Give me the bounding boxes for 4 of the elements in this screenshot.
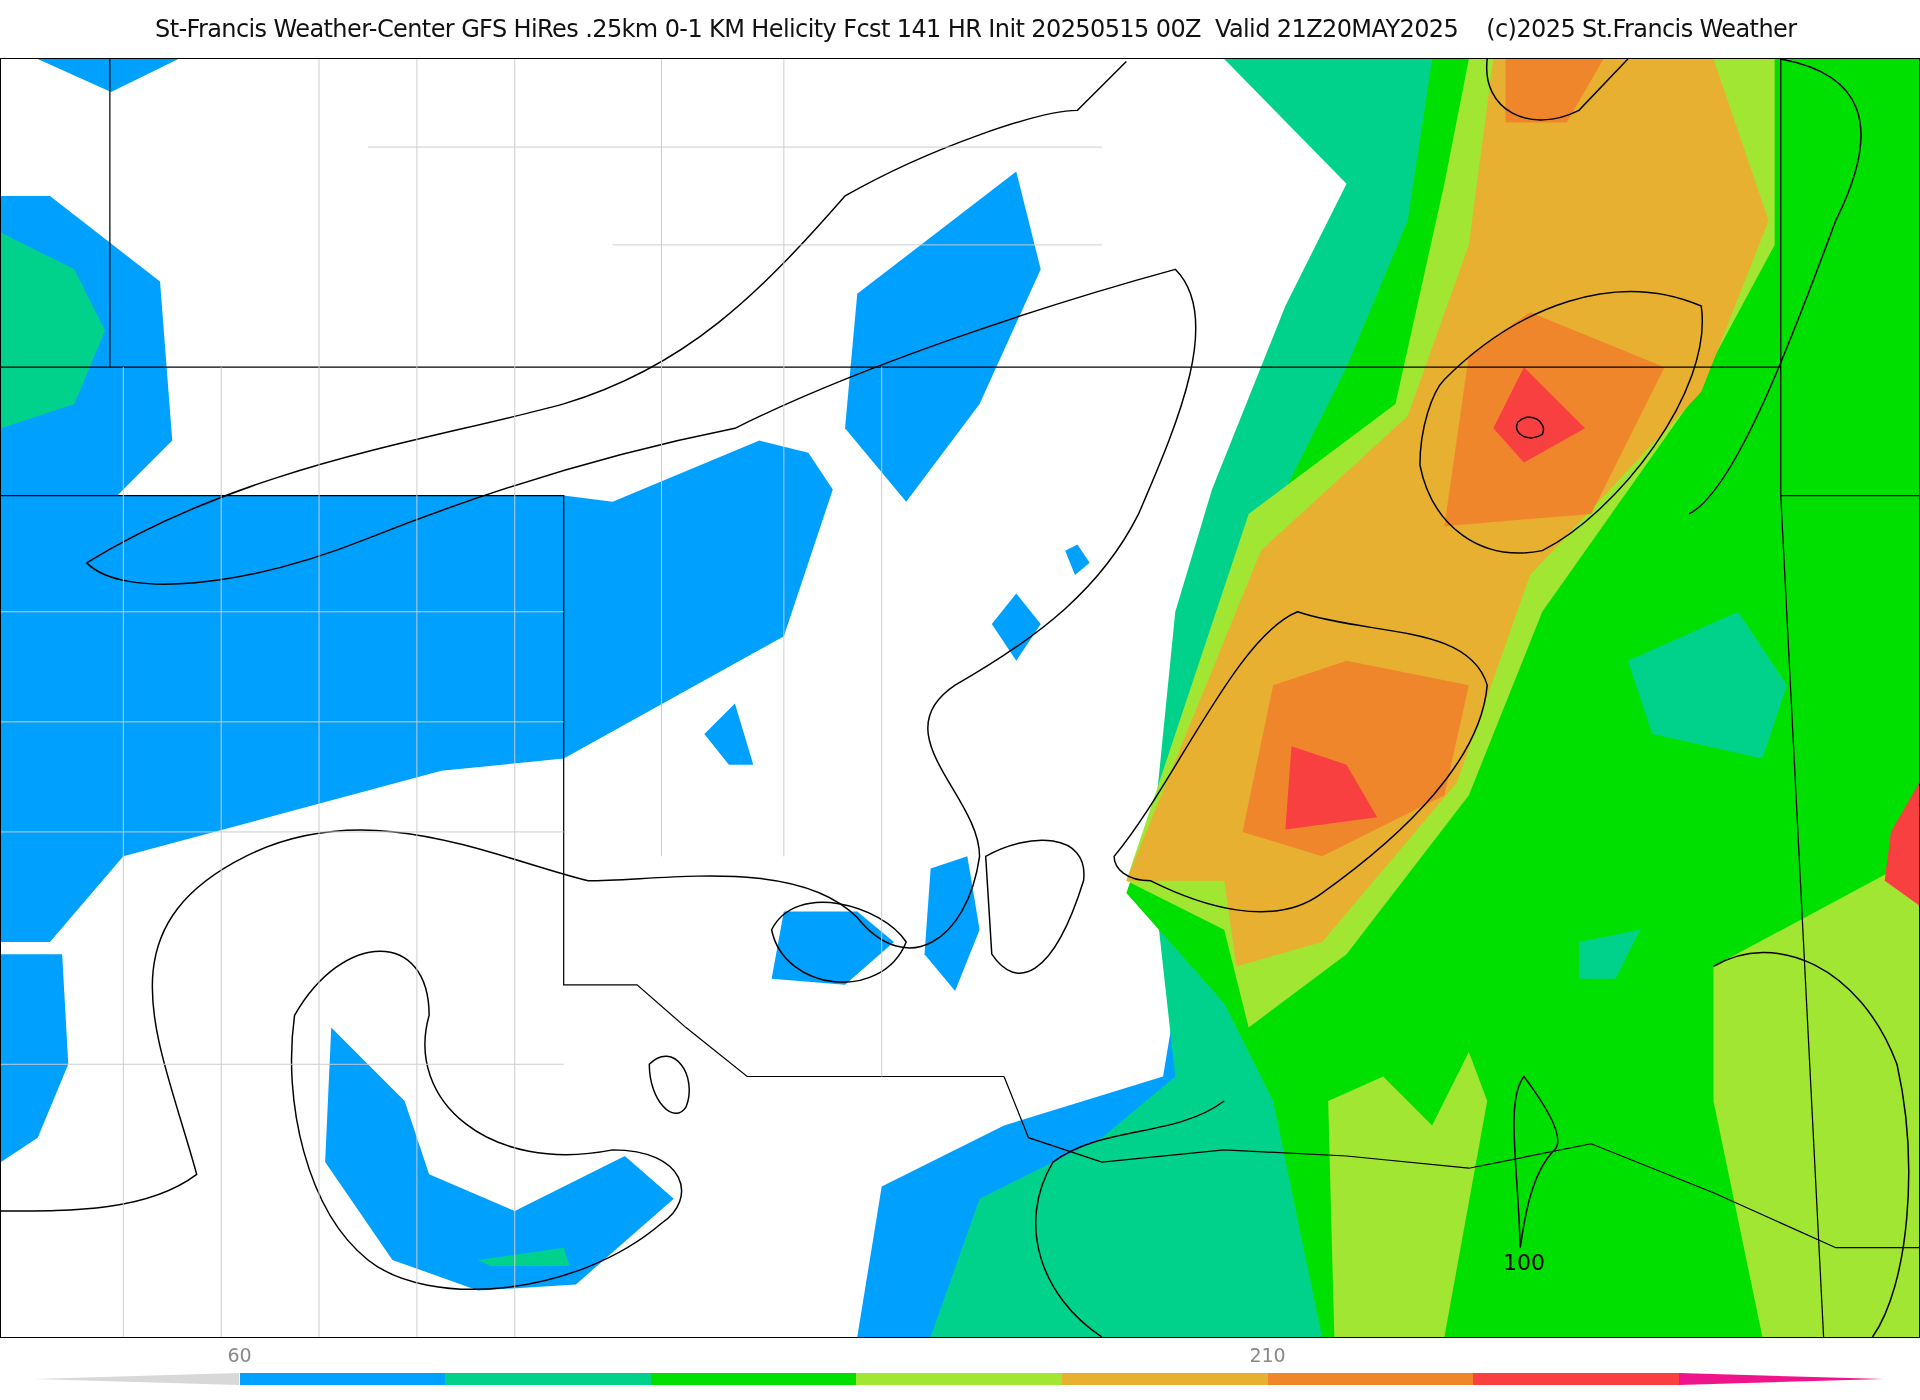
contour-label: 100 bbox=[1502, 1249, 1545, 1275]
colorbar-tick-label: 210 bbox=[1249, 1344, 1286, 1366]
map-title: St-Francis Weather-Center GFS HiRes .25km 0-1 KM Helicity Fcst 141 HR Init 20250515 00Z Valid 21Z20MAY2025 (c)2025 St.Francis Weather bbox=[155, 15, 1797, 43]
colorbar-tick-label: 60 bbox=[227, 1344, 252, 1366]
